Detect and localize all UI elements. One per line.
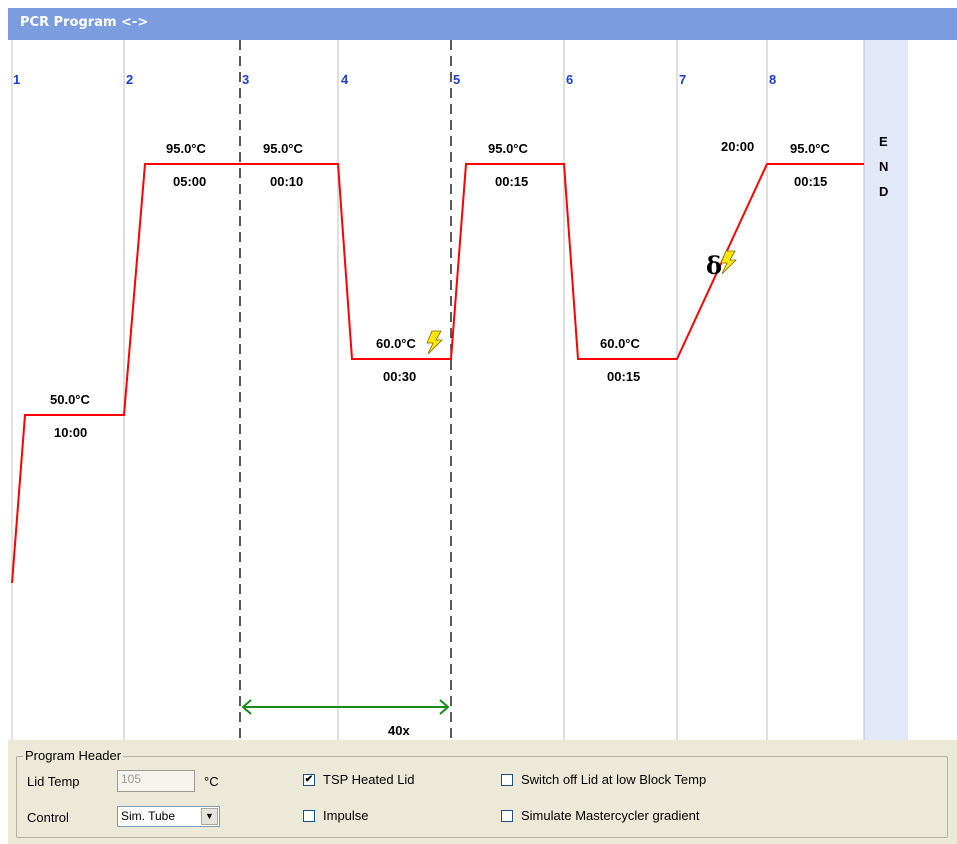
step-number: 2 [126, 72, 133, 87]
loop-count: 40x [388, 723, 410, 738]
step-temp: 95.0°C [790, 141, 831, 156]
impulse-label: Impulse [323, 808, 369, 823]
step-temp: 95.0°C [488, 141, 529, 156]
chevron-down-icon[interactable]: ▼ [201, 808, 218, 825]
step-time: 00:10 [270, 174, 303, 189]
pcr-profile-chart[interactable]: 1 2 3 4 5 6 7 8 50.0°C 10:00 95.0°C 05:0… [8, 40, 957, 740]
title-bar: PCR Program <-> [8, 8, 957, 40]
step-temp: 95.0°C [263, 141, 304, 156]
loop-arrow [241, 699, 450, 715]
step-number: 7 [679, 72, 686, 87]
switch-off-lid-label: Switch off Lid at low Block Temp [521, 772, 707, 787]
step-time: 05:00 [173, 174, 206, 189]
control-select-value: Sim. Tube [121, 809, 176, 823]
tsp-heated-lid-checkbox[interactable]: ✔ [303, 774, 315, 786]
step-number: 1 [13, 72, 20, 87]
step-number: 4 [341, 72, 349, 87]
step-number: 5 [453, 72, 460, 87]
svg-text:δ: δ [706, 251, 722, 280]
window-title: PCR Program <-> [20, 15, 149, 30]
pcr-program-window: PCR Program <-> 1 2 3 4 5 6 7 8 50.0°C 1… [8, 8, 957, 844]
step-time: 00:15 [794, 174, 827, 189]
end-label-letter: D [879, 184, 888, 199]
control-label: Control [27, 810, 69, 825]
lid-temp-input[interactable]: 105 [117, 770, 195, 792]
lid-temp-unit: °C [204, 774, 219, 789]
temperature-profile-line [11, 163, 864, 584]
step-number: 6 [566, 72, 573, 87]
end-label-letter: N [879, 159, 888, 174]
program-header-title: Program Header [23, 748, 124, 763]
step-time: 20:00 [721, 139, 754, 154]
step-temp: 60.0°C [600, 336, 641, 351]
program-header-panel: Program Header Lid Temp 105 °C Control S… [8, 740, 957, 844]
lid-temp-label: Lid Temp [27, 774, 80, 789]
step-time: 10:00 [54, 425, 87, 440]
control-select[interactable]: Sim. Tube ▼ [117, 806, 220, 827]
step-temp: 95.0°C [166, 141, 207, 156]
end-label-letter: E [879, 134, 888, 149]
step-number: 3 [242, 72, 249, 87]
step-time: 00:30 [383, 369, 416, 384]
tsp-heated-lid-label: TSP Heated Lid [323, 772, 415, 787]
lightning-icon [426, 330, 443, 355]
step-time: 00:15 [495, 174, 528, 189]
program-header-group: Program Header Lid Temp 105 °C Control S… [16, 748, 948, 838]
step-temp: 50.0°C [50, 392, 91, 407]
delta-lightning-icon: δ [706, 250, 737, 280]
step-number: 8 [769, 72, 776, 87]
step-time: 00:15 [607, 369, 640, 384]
simulate-gradient-checkbox[interactable] [501, 810, 513, 822]
switch-off-lid-checkbox[interactable] [501, 774, 513, 786]
impulse-checkbox[interactable] [303, 810, 315, 822]
step-temp: 60.0°C [376, 336, 417, 351]
simulate-gradient-label: Simulate Mastercycler gradient [521, 808, 700, 823]
